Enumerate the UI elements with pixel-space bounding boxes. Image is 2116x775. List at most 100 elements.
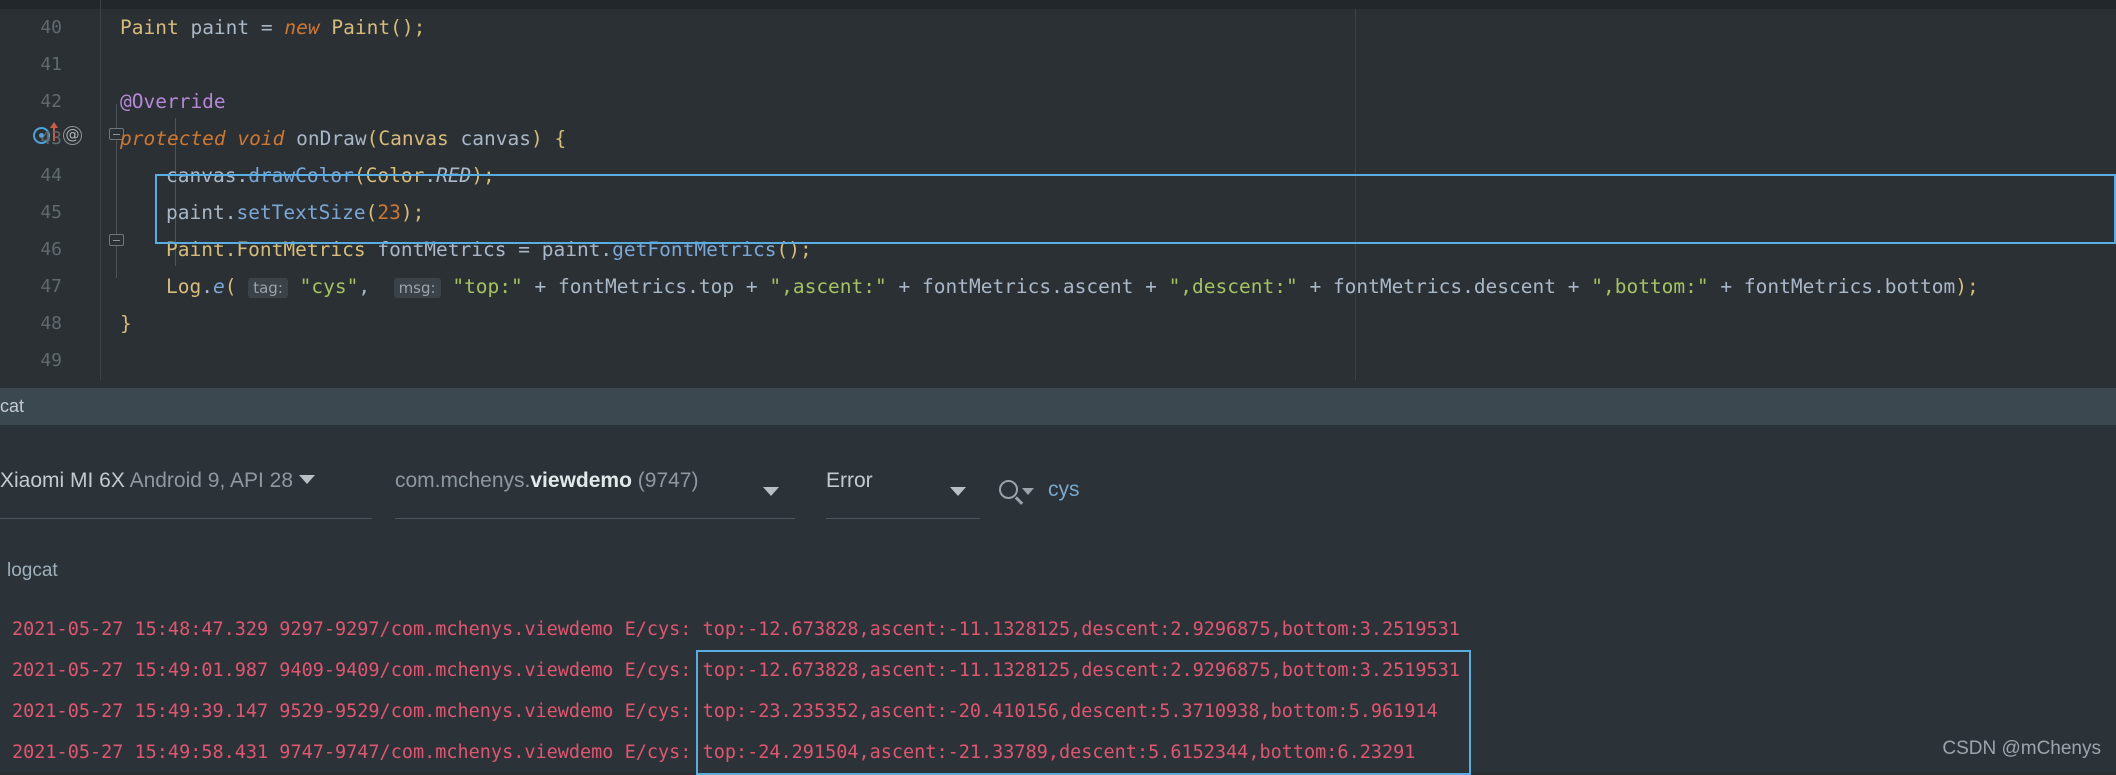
token-ctor: Paint xyxy=(331,16,390,39)
token-plus4: + xyxy=(1133,275,1168,298)
code-line[interactable]: 41 xyxy=(0,46,2116,83)
token-number: 23 xyxy=(377,201,400,224)
code-editor[interactable]: @ 40 Paint paint = new Paint(); 41 42 @O… xyxy=(0,0,2116,388)
token-plus2: + xyxy=(734,275,769,298)
line-content[interactable]: Paint paint = new Paint(); xyxy=(120,9,425,46)
line-content[interactable]: paint.setTextSize(23); xyxy=(166,194,424,231)
code-lines[interactable]: 40 Paint paint = new Paint(); 41 42 @Ove… xyxy=(0,9,2116,380)
code-line[interactable]: 47 Log.e( tag: "cys", msg: "top:" + font… xyxy=(0,268,2116,305)
logcat-panel-title: logcat xyxy=(7,560,58,582)
token-tail: ); xyxy=(401,201,424,224)
log-stamp: 2021-05-27 15:48:47.329 9297-9297/com.mc… xyxy=(12,619,691,640)
token-space2 xyxy=(441,275,453,298)
log-row[interactable]: 2021-05-27 15:48:47.329 9297-9297/com.mc… xyxy=(12,619,1460,641)
log-level-underline xyxy=(826,518,980,519)
token-brace: } xyxy=(120,312,132,335)
log-row[interactable]: 2021-05-27 15:49:01.987 9409-9409/com.mc… xyxy=(12,660,1460,682)
token-tag-value: "cys" xyxy=(300,275,359,298)
logcat-output-panel[interactable]: logcat 2021-05-27 15:48:47.329 9297-9297… xyxy=(0,536,2116,772)
token-string-1: "top:" xyxy=(452,275,522,298)
token-receiver: paint xyxy=(166,201,225,224)
line-content[interactable]: } xyxy=(120,305,132,342)
token-string-2: ",ascent:" xyxy=(769,275,886,298)
token-tail: ); xyxy=(471,164,494,187)
line-number: 49 xyxy=(0,342,62,379)
token-lparen: ( xyxy=(366,201,378,224)
token-class: Color xyxy=(366,164,425,187)
token-space xyxy=(366,238,378,261)
log-row[interactable]: 2021-05-27 15:49:58.431 9747-9747/com.mc… xyxy=(12,742,1415,764)
token-space xyxy=(288,275,300,298)
code-line[interactable]: 49 xyxy=(0,342,2116,379)
token-plus5: + xyxy=(1298,275,1333,298)
line-number: 43 xyxy=(0,120,62,157)
log-level-selector[interactable]: Error xyxy=(826,469,873,511)
token-space4 xyxy=(320,16,332,39)
token-plus1: + xyxy=(523,275,558,298)
token-method-call: setTextSize xyxy=(236,201,365,224)
device-selector-underline xyxy=(0,518,372,519)
device-selector[interactable]: Xiaomi MI 6X Android 9, API 28 xyxy=(0,469,315,511)
token-dot: . xyxy=(201,275,213,298)
log-message: top:-23.235352,ascent:-20.410156,descent… xyxy=(703,701,1438,722)
token-eq: = xyxy=(506,238,541,261)
line-content[interactable]: @Override xyxy=(120,83,226,120)
code-line[interactable]: 48 } xyxy=(0,305,2116,342)
token-brace: { xyxy=(554,127,566,150)
token-dot: . xyxy=(236,164,248,187)
code-line[interactable]: 42 @Override xyxy=(0,83,2116,120)
line-content[interactable]: protected void onDraw(Canvas canvas) { xyxy=(120,120,566,157)
token-field-4: fontMetrics.bottom xyxy=(1744,275,1955,298)
token-field-3: fontMetrics.descent xyxy=(1333,275,1556,298)
log-message: top:-24.291504,ascent:-21.33789,descent:… xyxy=(703,742,1416,763)
editor-tab-strip xyxy=(0,0,2116,9)
code-line[interactable]: 45 paint.setTextSize(23); xyxy=(0,194,2116,231)
token-class: Log xyxy=(166,275,201,298)
chevron-down-icon[interactable] xyxy=(299,475,315,484)
log-sep xyxy=(691,701,702,722)
process-selector[interactable]: com.mchenys.viewdemo (9747) xyxy=(395,469,698,511)
token-method-call: e xyxy=(213,275,225,298)
token-plus3: + xyxy=(887,275,922,298)
logcat-tab-strip[interactable]: cat xyxy=(0,388,2116,425)
token-var: paint xyxy=(190,16,249,39)
line-number: 40 xyxy=(0,9,62,46)
token-modifier: protected xyxy=(120,127,226,150)
token-return-type: void xyxy=(237,127,284,150)
code-line[interactable]: 43 protected void onDraw(Canvas canvas) … xyxy=(0,120,2116,157)
token-string-4: ",bottom:" xyxy=(1591,275,1708,298)
token-tail: (); xyxy=(777,238,812,261)
log-sep xyxy=(691,619,702,640)
level-chevron-down-icon[interactable] xyxy=(950,487,966,496)
search-input[interactable]: cys xyxy=(1048,469,1080,511)
log-row[interactable]: 2021-05-27 15:49:39.147 9529-9529/com.mc… xyxy=(12,701,1438,723)
line-number: 47 xyxy=(0,268,62,305)
process-chevron-down-icon[interactable] xyxy=(763,487,779,496)
token-comma: , xyxy=(358,275,393,298)
token-string-3: ",descent:" xyxy=(1169,275,1298,298)
line-number: 45 xyxy=(0,194,62,231)
search-icon[interactable] xyxy=(999,480,1018,499)
token-type: Paint xyxy=(120,16,179,39)
tab-logcat[interactable]: cat xyxy=(0,388,24,425)
token-space2 xyxy=(284,127,296,150)
token-eq: = xyxy=(261,16,273,39)
line-content[interactable]: canvas.drawColor(Color.RED); xyxy=(166,157,495,194)
code-line[interactable]: 40 Paint paint = new Paint(); xyxy=(0,9,2116,46)
code-line[interactable]: 44 canvas.drawColor(Color.RED); xyxy=(0,157,2116,194)
search-options-chevron-icon[interactable] xyxy=(1022,488,1034,495)
token-plus7: + xyxy=(1709,275,1744,298)
token-lparen: ( xyxy=(354,164,366,187)
code-line[interactable]: 46 Paint.FontMetrics fontMetrics = paint… xyxy=(0,231,2116,268)
device-detail: Android 9, API 28 xyxy=(130,469,293,492)
token-lparen: ( xyxy=(367,127,379,150)
token-var: fontMetrics xyxy=(377,238,506,261)
token-rparen: ) xyxy=(531,127,554,150)
token-dot: . xyxy=(600,238,612,261)
logcat-toolbar[interactable]: Xiaomi MI 6X Android 9, API 28 com.mchen… xyxy=(0,425,2116,536)
log-stamp: 2021-05-27 15:49:39.147 9529-9529/com.mc… xyxy=(12,701,691,722)
line-content[interactable]: Log.e( tag: "cys", msg: "top:" + fontMet… xyxy=(166,268,1979,307)
line-content[interactable]: Paint.FontMetrics fontMetrics = paint.ge… xyxy=(166,231,812,268)
log-sep xyxy=(691,742,702,763)
token-field-1: fontMetrics.top xyxy=(558,275,734,298)
